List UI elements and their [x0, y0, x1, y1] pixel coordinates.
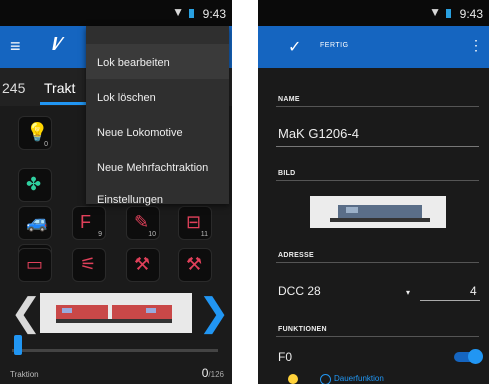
function-button-crane[interactable]: ⚒ [126, 248, 160, 282]
function-number: 9 [98, 231, 102, 238]
app-logo: I⁄ [52, 34, 61, 54]
fan-icon: ✤ [26, 174, 42, 194]
function-label: F0 [278, 350, 293, 364]
function-button-spring[interactable]: ⚟ [72, 248, 106, 282]
speed-readout: 0/126 [202, 366, 224, 380]
locomotive-picture [56, 305, 172, 323]
locomotive-control-screen: ▼ 9:43 ≡ I⁄ 245 Trakt 💡0✤🚙⚙8F9✎10⊟11▭⚟⚒⚒… [0, 0, 232, 384]
status-bar: ▼ 9:43 [258, 0, 489, 26]
locomotive-picture [330, 205, 430, 222]
protocol-select[interactable]: DCC 28 [278, 284, 321, 298]
loco-image [40, 293, 192, 333]
menu-item-einstellungen[interactable]: Einstellungen [86, 181, 229, 216]
bild-section-header: BILD [278, 170, 296, 177]
function-number: 0 [44, 141, 48, 148]
menu-item-neue-mehrfachtraktion[interactable]: Neue Mehrfachtraktion [86, 149, 229, 184]
menu-icon[interactable]: ≡ [10, 36, 21, 57]
status-bar: ▼ 9:43 [0, 0, 232, 26]
name-input-underline [276, 146, 479, 147]
function-number: 11 [200, 231, 208, 238]
more-vert-icon[interactable]: ⋮ [469, 37, 483, 54]
wifi-icon: ▼ [429, 5, 441, 19]
address-input-underline [420, 300, 480, 301]
radio-icon[interactable] [320, 374, 331, 384]
speed-max: /126 [208, 370, 224, 379]
menu-item-lok-loeschen[interactable]: Lok löschen [86, 79, 229, 114]
overflow-menu: Lok bearbeiten Lok löschen Neue Lokomoti… [86, 26, 229, 206]
previous-loco-arrow-icon[interactable]: ❮ [10, 294, 42, 332]
loco-picture-picker[interactable] [310, 196, 446, 228]
lightbulb-icon: 💡 [26, 122, 49, 142]
spring-icon: ⚟ [80, 254, 97, 274]
battery-icon [446, 9, 451, 18]
car-icon: 🚙 [26, 212, 49, 232]
tab-indicator [40, 102, 92, 105]
wifi-icon: ▼ [172, 5, 184, 19]
section-divider [276, 262, 479, 263]
function-button-lightbulb[interactable]: 💡 0 [18, 116, 52, 150]
battery-icon [189, 9, 194, 18]
function-toggle[interactable] [454, 349, 483, 364]
function-options-row: Dauerfunktion [288, 374, 384, 384]
status-time: 9:43 [459, 7, 483, 21]
menu-item-neue-lokomotive[interactable]: Neue Lokomotive [86, 114, 229, 149]
toggle-knob[interactable] [468, 349, 483, 364]
app-bar: ✓ FERTIG ⋮ [258, 26, 489, 68]
lightbulb-icon [288, 374, 298, 384]
function-button-crane-2[interactable]: ⚒ [178, 248, 212, 282]
adresse-section-header: ADRESSE [278, 252, 314, 259]
dauerfunktion-label[interactable]: Dauerfunktion [334, 374, 384, 383]
function-button-car[interactable]: 🚙 [18, 206, 52, 240]
section-divider [276, 180, 479, 181]
section-divider [276, 106, 479, 107]
check-icon[interactable]: ✓ [288, 37, 301, 57]
dropdown-arrow-icon[interactable]: ▾ [406, 288, 410, 297]
crane-2-icon: ⚒ [186, 254, 203, 274]
tab-traktion[interactable]: Trakt [44, 80, 75, 96]
function-button-rail[interactable]: ▭ [18, 248, 52, 282]
tab-loco-245[interactable]: 245 [2, 80, 25, 96]
address-input[interactable]: 4 [470, 284, 477, 298]
status-time: 9:43 [202, 7, 226, 21]
speed-slider[interactable] [12, 349, 218, 352]
done-button[interactable]: FERTIG [320, 42, 349, 49]
loco-name-input[interactable]: MaK G1206-4 [278, 126, 359, 141]
rail-icon: ▭ [26, 254, 44, 274]
speed-slider-thumb[interactable] [14, 335, 22, 355]
edit-locomotive-screen: ▼ 9:43 ✓ FERTIG ⋮ NAME MaK G1206-4 BILD … [258, 0, 489, 384]
crane-icon: ⚒ [134, 254, 151, 274]
funktionen-section-header: FUNKTIONEN [278, 326, 327, 333]
section-divider [276, 336, 479, 337]
name-section-header: NAME [278, 96, 300, 103]
next-loco-arrow-icon[interactable]: ❯ [198, 294, 230, 332]
function-number: 10 [148, 231, 156, 238]
function-button-fan[interactable]: ✤ [18, 168, 52, 202]
menu-item-lok-bearbeiten[interactable]: Lok bearbeiten [86, 44, 229, 79]
traktion-label: Traktion [10, 370, 39, 379]
